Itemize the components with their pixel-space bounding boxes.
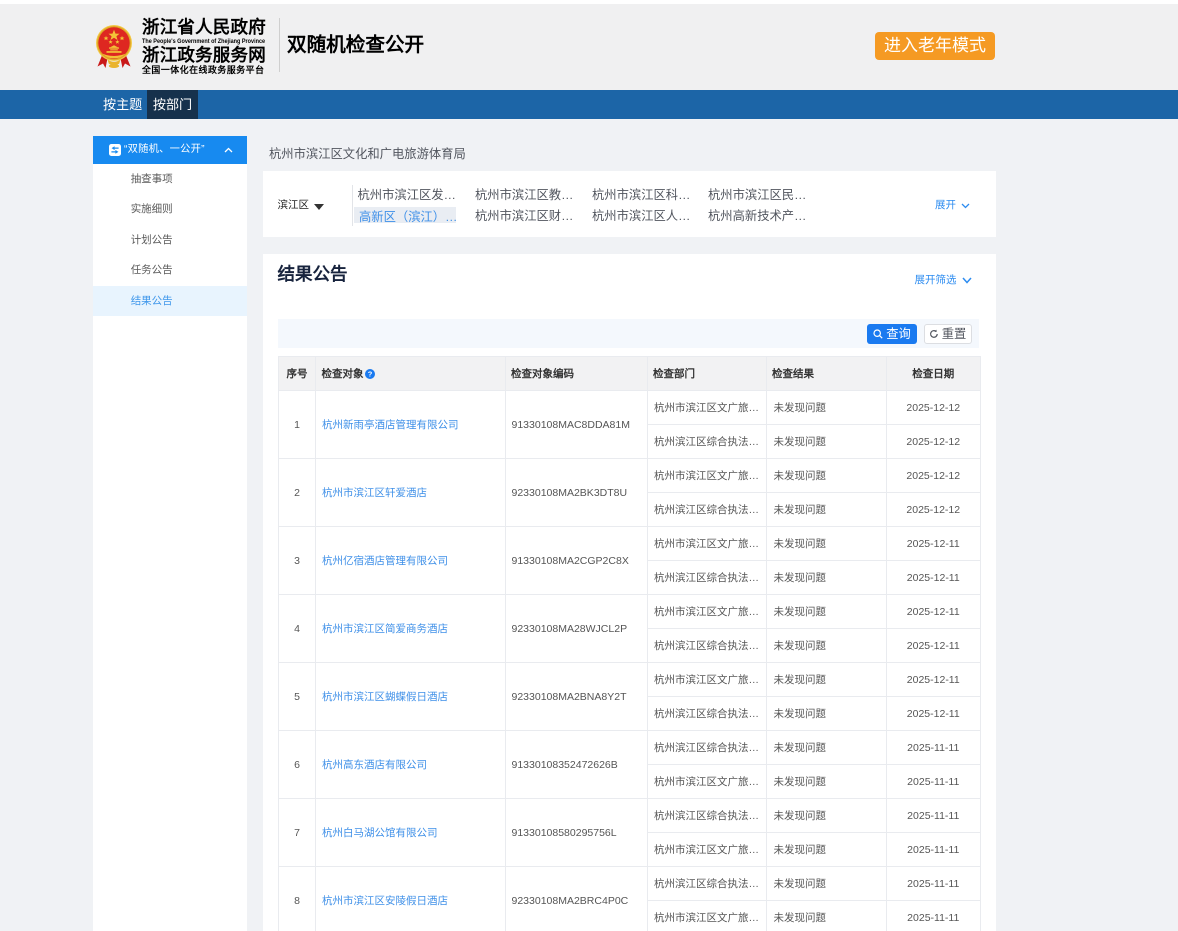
svg-text:?: ? [367,370,372,379]
